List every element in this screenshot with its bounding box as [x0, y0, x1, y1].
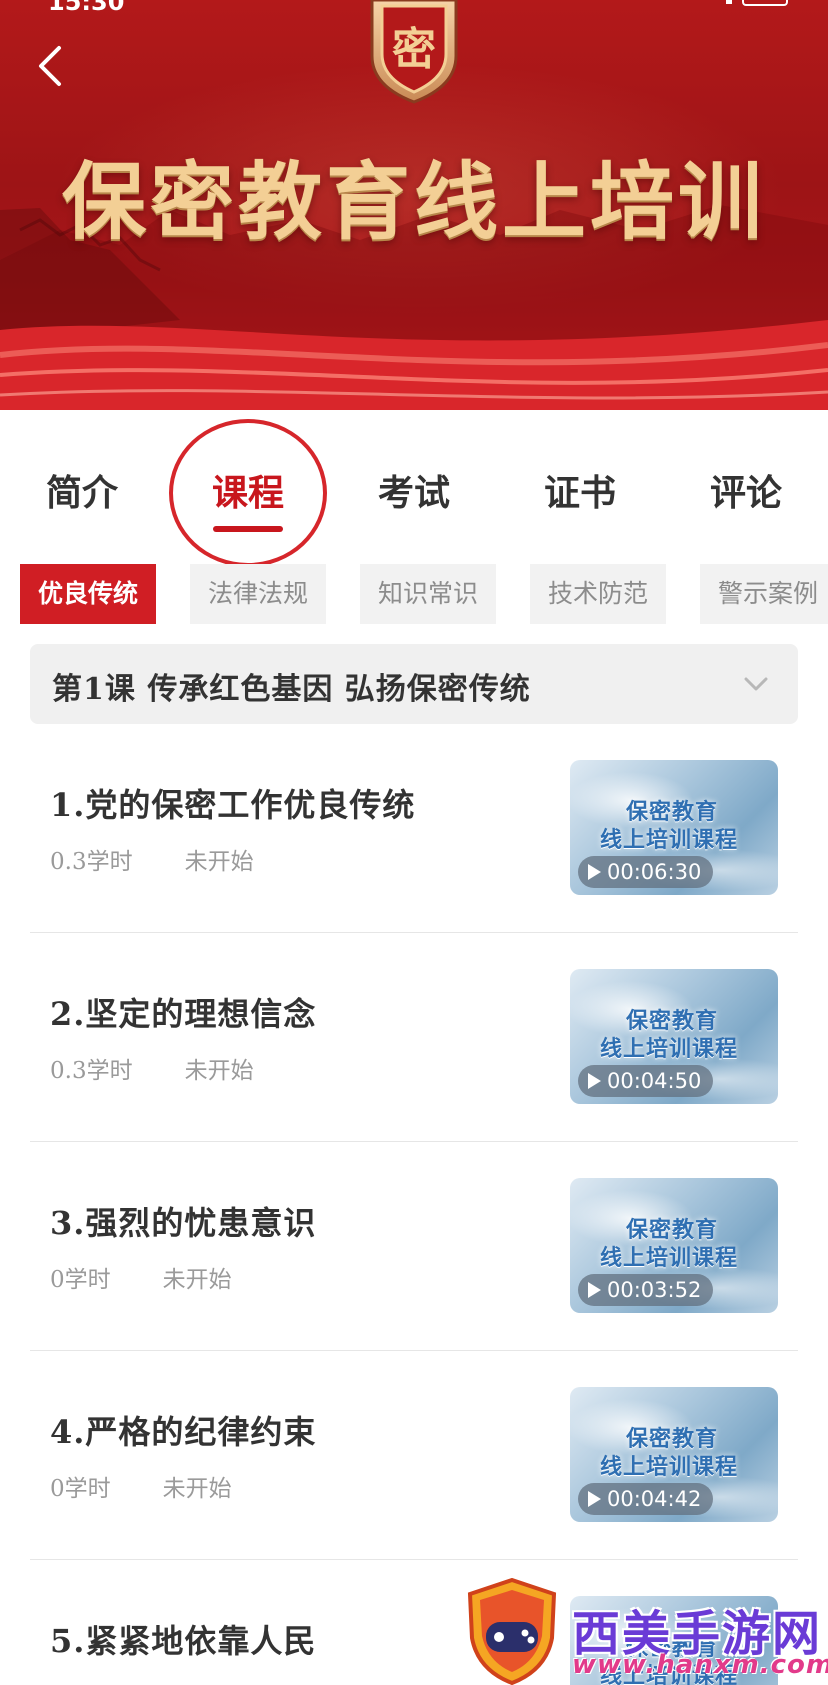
play-icon [588, 1282, 601, 1298]
course-thumbnail[interactable]: 保密教育 线上培训课程 00:04:42 [570, 1387, 778, 1522]
duration-text: 00:04:42 [607, 1487, 702, 1511]
duration-badge: 00:04:50 [578, 1065, 714, 1097]
thumbnail-subtitle: 线上培训课程 [600, 1455, 739, 1480]
course-title: 2.坚定的理想信念 [50, 995, 317, 1033]
course-meta: 0.3学时 未开始 [50, 842, 254, 876]
lesson-header[interactable]: 第1课 传承红色基因 弘扬保密传统 [30, 644, 798, 724]
course-title: 4.严格的纪律约束 [50, 1413, 317, 1451]
course-hours: 0学时 [50, 1267, 111, 1293]
signal-icon [726, 0, 732, 4]
course-title: 5.紧紧地依靠人民 [50, 1622, 317, 1660]
course-item[interactable]: 3.强烈的忧患意识 0学时 未开始 保密教育 线上培训课程 00:03:52 [30, 1142, 798, 1351]
chip-fine-tradition[interactable]: 优良传统 [20, 564, 157, 624]
course-title: 3.强烈的忧患意识 [50, 1204, 317, 1242]
tab-courses[interactable]: 课程 [188, 464, 308, 516]
thumbnail-subtitle: 线上培训课程 [600, 828, 739, 853]
course-meta: 0学时 未开始 [50, 1469, 232, 1503]
course-status: 未开始 [184, 1058, 254, 1084]
duration-text: 00:04:50 [607, 1069, 702, 1093]
course-item[interactable]: 4.严格的纪律约束 0学时 未开始 保密教育 线上培训课程 00:04:42 [30, 1351, 798, 1560]
duration-text: 00:06:30 [607, 860, 702, 884]
thumbnail-subtitle: 线上培训课程 [600, 1246, 739, 1271]
watermark-url: www.hanxm.com [572, 1650, 828, 1680]
chevron-left-icon [39, 46, 61, 86]
course-thumbnail[interactable]: 保密教育 线上培训课程 00:06:30 [570, 760, 778, 895]
tab-intro[interactable]: 简介 [22, 464, 142, 516]
course-title: 1.党的保密工作优良传统 [50, 786, 416, 824]
main-tabs: 简介 课程 考试 证书 评论 [0, 430, 828, 550]
emblem-glyph: 密 [392, 24, 436, 75]
status-indicators [710, 0, 788, 6]
course-thumbnail[interactable]: 保密教育 线上培训课程 00:03:52 [570, 1178, 778, 1313]
course-item[interactable]: 1.党的保密工作优良传统 0.3学时 未开始 保密教育 线上培训课程 00:06… [30, 724, 798, 933]
chip-tech-defense[interactable]: 技术防范 [530, 564, 667, 624]
course-meta: 0.3学时 未开始 [50, 1051, 254, 1085]
course-item[interactable]: 2.坚定的理想信念 0.3学时 未开始 保密教育 线上培训课程 00:04:50 [30, 933, 798, 1142]
course-status: 未开始 [162, 1476, 232, 1502]
category-chips: 优良传统 法律法规 知识常识 技术防范 警示案例 [20, 564, 828, 624]
back-button[interactable] [20, 36, 80, 96]
status-time: 15:30 [48, 0, 125, 16]
play-icon [588, 864, 601, 880]
tab-comments[interactable]: 评论 [686, 464, 806, 516]
chip-knowledge[interactable]: 知识常识 [360, 564, 497, 624]
duration-badge: 00:06:30 [578, 856, 714, 888]
gamepad-shield-logo [467, 1578, 557, 1685]
duration-badge: 00:03:52 [578, 1274, 714, 1306]
duration-badge: 00:04:42 [578, 1483, 714, 1515]
course-hours: 0.3学时 [50, 1058, 133, 1084]
course-status: 未开始 [184, 849, 254, 875]
ribbon-waves [0, 320, 828, 410]
hero-banner: 15:30 密 保密教育线上培训 [0, 0, 828, 410]
play-icon [588, 1073, 601, 1089]
secrecy-emblem-icon: 密 [370, 0, 458, 104]
hero-title: 保密教育线上培训 [61, 153, 766, 251]
course-meta: 0学时 未开始 [50, 1260, 232, 1294]
duration-text: 00:03:52 [607, 1278, 702, 1302]
course-hours: 0.3学时 [50, 849, 133, 875]
course-status: 未开始 [162, 1267, 232, 1293]
lesson-title: 第1课 传承红色基因 弘扬保密传统 [52, 672, 531, 707]
chip-laws[interactable]: 法律法规 [190, 564, 327, 624]
course-hours: 0学时 [50, 1476, 111, 1502]
play-icon [588, 1491, 601, 1507]
course-thumbnail[interactable]: 保密教育 线上培训课程 00:04:50 [570, 969, 778, 1104]
chevron-down-icon [744, 677, 768, 691]
tab-exam[interactable]: 考试 [354, 464, 474, 516]
tab-certificate[interactable]: 证书 [520, 464, 640, 516]
battery-icon [742, 0, 788, 6]
thumbnail-subtitle: 线上培训课程 [600, 1037, 739, 1062]
chip-warning-cases[interactable]: 警示案例 [700, 564, 828, 624]
active-tab-indicator [213, 526, 283, 532]
